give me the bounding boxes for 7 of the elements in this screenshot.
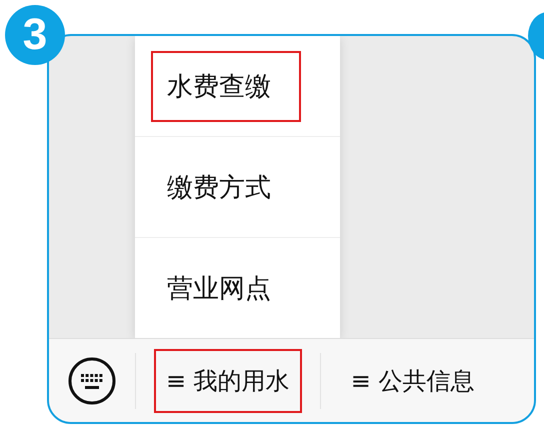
menu-tab[interactable]: ≡ 我的用水 <box>154 348 302 412</box>
keyboard-icon[interactable] <box>67 356 117 406</box>
menu-item[interactable]: 营业网点 <box>151 252 301 324</box>
menu-tab[interactable]: ≡ 公共信息 <box>338 348 486 412</box>
step-badge: 3 <box>5 5 65 65</box>
menu-item[interactable]: 水费查缴 <box>151 50 301 122</box>
menu-item[interactable]: 缴费方式 <box>151 152 301 222</box>
